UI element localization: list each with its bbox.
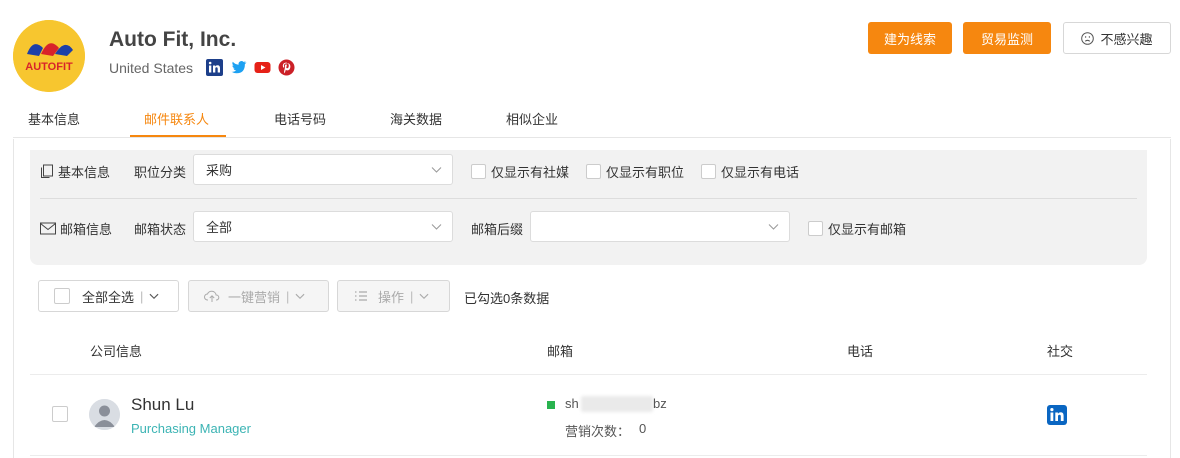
create-lead-button[interactable]: 建为线索 (868, 22, 952, 54)
chevron-down-icon (295, 293, 305, 300)
chevron-down-icon (419, 293, 429, 300)
only-email-checkbox[interactable]: 仅显示有邮箱 (808, 219, 906, 238)
row-checkbox[interactable] (52, 406, 68, 422)
cloud-upload-icon (204, 290, 220, 302)
panel-left-border (13, 139, 14, 458)
company-logo: AUTOFIT (13, 20, 85, 92)
email-prefix: sh (565, 396, 579, 411)
filter-divider (40, 198, 1137, 199)
pinterest-icon[interactable] (278, 59, 295, 76)
email-valid-indicator (547, 401, 555, 409)
avatar (89, 399, 120, 430)
email-suffix: bz (653, 396, 667, 411)
only-position-checkbox[interactable]: 仅显示有职位 (586, 162, 684, 181)
trade-monitor-button[interactable]: 贸易监测 (963, 22, 1051, 54)
column-header-company: 公司信息 (90, 344, 143, 359)
list-icon (355, 291, 367, 301)
linkedin-icon[interactable] (1047, 405, 1067, 425)
linkedin-icon[interactable] (206, 59, 224, 76)
company-name: Auto Fit, Inc. (109, 28, 237, 51)
column-header-email: 邮箱 (547, 344, 574, 359)
tab-bar: 基本信息 邮件联系人 电话号码 海关数据 相似企业 (13, 100, 1171, 138)
only-social-checkbox[interactable]: 仅显示有社媒 (471, 162, 569, 181)
youtube-icon[interactable] (254, 59, 271, 76)
twitter-icon[interactable] (230, 59, 247, 76)
company-country: United States (109, 59, 194, 76)
not-interested-label: 不感兴趣 (1100, 31, 1153, 47)
table-header-divider (30, 374, 1147, 375)
svg-text:AUTOFIT: AUTOFIT (25, 61, 73, 73)
frown-face-icon (1081, 31, 1095, 45)
one-click-marketing-button[interactable]: 一键营销 | (188, 280, 329, 312)
contact-name[interactable]: Shun Lu (131, 395, 194, 415)
column-header-social: 社交 (1047, 344, 1074, 359)
chevron-down-icon (149, 293, 159, 300)
chevron-down-icon (768, 224, 779, 230)
tab-email-contacts[interactable]: 邮件联系人 (144, 109, 209, 128)
company-meta: United States (109, 59, 295, 76)
mail-icon (40, 222, 56, 235)
person-icon (89, 399, 120, 430)
panel-right-border (1170, 139, 1171, 458)
select-all-dropdown[interactable]: 全部全选 | (38, 280, 179, 312)
column-header-phone: 电话 (847, 344, 874, 359)
select-all-checkbox[interactable] (54, 288, 70, 304)
email-masked-part (581, 396, 653, 412)
tab-customs-data[interactable]: 海关数据 (390, 109, 442, 128)
chevron-down-icon (431, 224, 442, 230)
email-suffix-select[interactable] (530, 211, 790, 242)
contact-title: Purchasing Manager (131, 421, 251, 436)
basic-info-section-label: 基本信息 (40, 162, 110, 181)
tab-phone-numbers[interactable]: 电话号码 (274, 109, 326, 128)
email-suffix-label: 邮箱后缀 (471, 222, 524, 237)
active-tab-indicator (130, 135, 226, 137)
email-status-select[interactable]: 全部 (193, 211, 453, 242)
operations-button[interactable]: 操作 | (337, 280, 450, 312)
selected-count-text: 已勾选0条数据 (464, 291, 550, 306)
position-category-label: 职位分类 (134, 165, 187, 180)
not-interested-button[interactable]: 不感兴趣 (1063, 22, 1171, 54)
email-status-label: 邮箱状态 (134, 222, 187, 237)
tab-basic-info[interactable]: 基本信息 (28, 109, 80, 128)
only-phone-checkbox[interactable]: 仅显示有电话 (701, 162, 799, 181)
marketing-count-label: 营销次数： (565, 424, 631, 439)
email-info-section-label: 邮箱信息 (40, 219, 112, 238)
chevron-down-icon (431, 167, 442, 173)
tab-similar-companies[interactable]: 相似企业 (506, 109, 558, 128)
table-row-divider (30, 455, 1147, 456)
document-icon (41, 164, 53, 178)
position-category-select[interactable]: 采购 (193, 154, 453, 185)
marketing-count-value: 0 (639, 421, 647, 436)
